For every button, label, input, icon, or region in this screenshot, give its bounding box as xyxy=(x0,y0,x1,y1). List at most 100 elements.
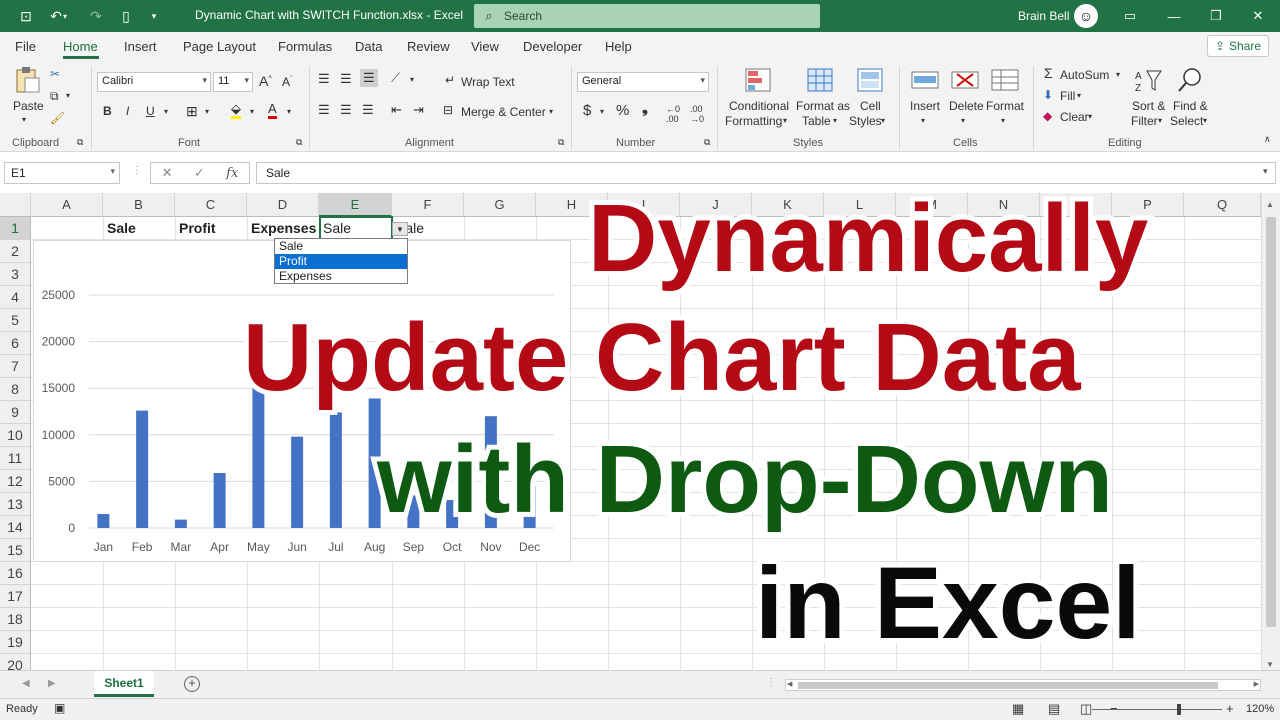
share-button[interactable]: ⇪ Share xyxy=(1207,35,1269,57)
row-header-6[interactable]: 6 xyxy=(0,332,31,355)
chevron-down-icon[interactable]: ▾ xyxy=(783,116,787,125)
customize-toolbar-icon[interactable]: ▾ xyxy=(138,0,170,32)
row-header-7[interactable]: 7 xyxy=(0,355,31,378)
paste-dropdown-icon[interactable]: ▾ xyxy=(22,115,26,124)
tab-help[interactable]: Help xyxy=(605,39,632,54)
clipboard-launcher-icon[interactable]: ⧉ xyxy=(77,137,83,148)
align-center-icon[interactable]: ☰ xyxy=(340,102,352,118)
dropdown-option-expenses[interactable]: Expenses xyxy=(275,269,407,284)
horizontal-scrollbar[interactable]: ◀ ▶ xyxy=(785,679,1261,691)
fill-color-dropdown-icon[interactable]: ▾ xyxy=(250,107,254,116)
horizontal-scroll-thumb[interactable] xyxy=(798,682,1218,689)
zoom-slider[interactable] xyxy=(1092,709,1222,710)
delete-cells-button[interactable]: Delete xyxy=(949,99,984,113)
column-header-h[interactable]: H xyxy=(536,193,608,217)
column-header-j[interactable]: J xyxy=(680,193,752,217)
row-header-17[interactable]: 17 xyxy=(0,585,31,608)
row-header-18[interactable]: 18 xyxy=(0,608,31,631)
format-cells-icon[interactable] xyxy=(990,66,1020,94)
format-cells-button[interactable]: Format xyxy=(986,99,1024,113)
tab-view[interactable]: View xyxy=(471,39,499,54)
cell-d1[interactable]: Expenses xyxy=(247,217,319,240)
autosum-button[interactable]: AutoSum xyxy=(1060,68,1109,82)
italic-icon[interactable]: I xyxy=(126,104,129,118)
column-header-b[interactable]: B xyxy=(103,193,175,217)
row-header-19[interactable]: 19 xyxy=(0,631,31,654)
minimize-icon[interactable]: — xyxy=(1152,0,1196,32)
row-header-1[interactable]: 1 xyxy=(0,217,31,240)
close-icon[interactable]: ✕ xyxy=(1236,0,1280,32)
find-select-button-line2[interactable]: Select xyxy=(1170,114,1203,128)
tab-file[interactable]: File xyxy=(15,39,36,54)
chevron-down-icon[interactable]: ▾ xyxy=(921,116,925,125)
currency-dropdown-icon[interactable]: ▾ xyxy=(600,107,604,116)
zoom-in-icon[interactable]: + xyxy=(1226,701,1234,716)
underline-dropdown-icon[interactable]: ▾ xyxy=(164,107,168,116)
row-header-14[interactable]: 14 xyxy=(0,516,31,539)
merge-center-button[interactable]: Merge & Center xyxy=(461,105,546,119)
chevron-down-icon[interactable]: ▾ xyxy=(1001,116,1005,125)
ribbon-display-icon[interactable]: ▭ xyxy=(1108,0,1152,32)
tab-split-handle-icon[interactable]: ⋮ xyxy=(766,677,776,688)
column-header-l[interactable]: L xyxy=(824,193,896,217)
increase-indent-icon[interactable]: ⇥ xyxy=(413,102,424,118)
sheet-tab-sheet1[interactable]: Sheet1 xyxy=(94,671,154,697)
scroll-right-icon[interactable]: ▶ xyxy=(1254,680,1259,688)
fill-icon[interactable]: ⬇ xyxy=(1043,88,1053,102)
conditional-formatting-icon[interactable] xyxy=(743,66,773,94)
cell-styles-button-line2[interactable]: Styles xyxy=(849,114,882,128)
delete-cells-icon[interactable] xyxy=(950,66,980,94)
scroll-thumb[interactable] xyxy=(1266,217,1276,627)
copy-icon[interactable]: ⧉ xyxy=(50,89,59,104)
merge-center-icon[interactable]: ⊟ xyxy=(443,103,453,117)
font-launcher-icon[interactable]: ⧉ xyxy=(296,137,302,148)
normal-view-icon[interactable]: ▦ xyxy=(1012,701,1024,717)
cell-b1[interactable]: Sale xyxy=(103,217,175,240)
font-size-select[interactable]: 11 ▾ xyxy=(213,72,253,92)
dropdown-arrow-button[interactable]: ▼ xyxy=(392,222,408,236)
font-name-select[interactable]: Calibri ▾ xyxy=(97,72,211,92)
find-select-icon[interactable] xyxy=(1175,66,1205,94)
vertical-scrollbar[interactable]: ▲ ▼ xyxy=(1261,193,1280,670)
chevron-down-icon[interactable]: ▾ xyxy=(1203,116,1207,125)
chevron-down-icon[interactable]: ▾ xyxy=(833,116,837,125)
autosave-icon[interactable]: ⊡ xyxy=(10,0,42,32)
conditional-formatting-button-line2[interactable]: Formatting xyxy=(725,114,782,128)
comma-icon[interactable]: ❟ xyxy=(642,100,648,117)
copy-dropdown-icon[interactable]: ▾ xyxy=(66,91,70,100)
align-right-icon[interactable]: ☰ xyxy=(362,102,374,118)
align-bottom-icon[interactable]: ☰ xyxy=(360,69,378,87)
column-header-o[interactable]: O xyxy=(1040,193,1112,217)
prev-sheet-icon[interactable]: ◀ xyxy=(22,678,30,689)
underline-icon[interactable]: U xyxy=(146,104,155,118)
chevron-down-icon[interactable]: ▾ xyxy=(1116,70,1120,79)
orientation-dropdown-icon[interactable]: ▾ xyxy=(410,75,414,84)
collapse-ribbon-icon[interactable]: ∧ xyxy=(1264,134,1271,145)
column-header-i[interactable]: I xyxy=(608,193,680,217)
percent-icon[interactable]: % xyxy=(616,102,629,119)
cell-styles-icon[interactable] xyxy=(855,66,885,94)
dropdown-option-sale[interactable]: Sale xyxy=(275,239,407,254)
fill-button[interactable]: Fill xyxy=(1060,89,1075,103)
page-layout-view-icon[interactable]: ▤ xyxy=(1048,701,1060,717)
sort-filter-button[interactable]: Sort & xyxy=(1132,99,1165,113)
fill-color-icon[interactable]: ⬙ xyxy=(231,102,241,119)
scroll-down-icon[interactable]: ▼ xyxy=(1266,660,1274,669)
zoom-level[interactable]: 120% xyxy=(1246,703,1274,715)
row-header-20[interactable]: 20 xyxy=(0,654,31,670)
insert-function-icon[interactable]: fx xyxy=(226,166,238,181)
row-header-5[interactable]: 5 xyxy=(0,309,31,332)
tab-home[interactable]: Home xyxy=(63,39,98,54)
formula-input[interactable]: Sale xyxy=(256,162,1276,184)
page-break-view-icon[interactable]: ◫ xyxy=(1080,701,1092,717)
cancel-icon[interactable]: ✕ xyxy=(162,165,173,181)
zoom-slider-knob[interactable] xyxy=(1177,704,1181,715)
format-painter-icon[interactable]: 🖌 xyxy=(50,111,65,125)
row-header-10[interactable]: 10 xyxy=(0,424,31,447)
paste-icon[interactable] xyxy=(12,66,42,94)
format-as-table-icon[interactable] xyxy=(805,66,835,94)
chevron-down-icon[interactable]: ▾ xyxy=(1158,116,1162,125)
borders-dropdown-icon[interactable]: ▾ xyxy=(205,107,209,116)
avatar[interactable]: ☺ xyxy=(1074,4,1098,28)
format-as-table-button[interactable]: Format as xyxy=(796,99,850,113)
